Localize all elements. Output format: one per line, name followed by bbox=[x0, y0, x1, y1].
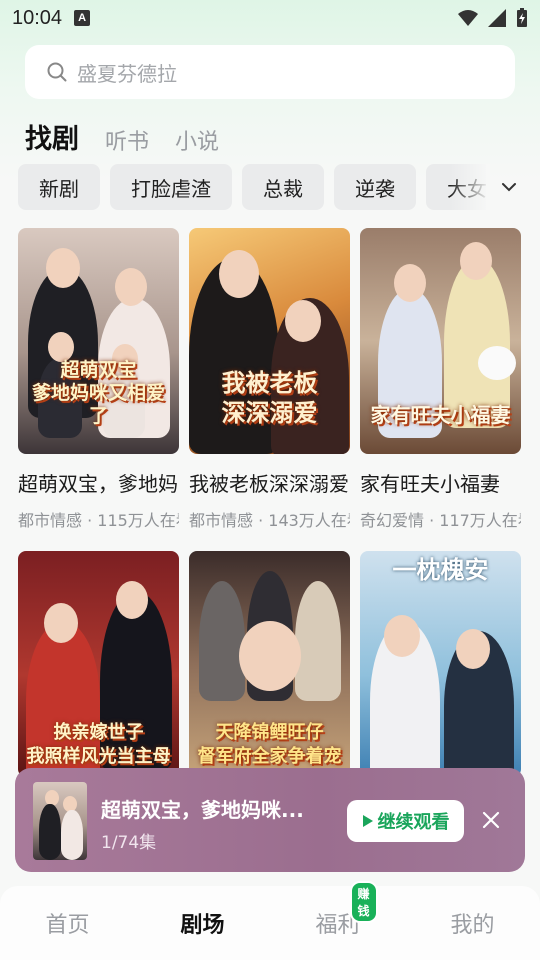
close-mini-player-button[interactable] bbox=[477, 806, 505, 834]
chips-fade bbox=[450, 164, 490, 210]
drama-card[interactable]: 一枕槐安 bbox=[360, 551, 521, 777]
tab-novel[interactable]: 小说 bbox=[175, 124, 219, 156]
drama-poster[interactable]: 超萌双宝 爹地妈咪又相爱了 bbox=[18, 228, 179, 454]
drama-card[interactable]: 天降锦鲤旺仔 督军府全家争着宠 bbox=[189, 551, 350, 777]
drama-title: 我被老板深深溺爱 bbox=[189, 472, 349, 496]
wifi-icon bbox=[458, 10, 478, 26]
drama-poster[interactable]: 换亲嫁世子 我照样风光当主母 bbox=[18, 551, 179, 777]
mini-player-cover bbox=[33, 782, 87, 860]
nav-home[interactable]: 首页 bbox=[28, 907, 108, 939]
poster-title: 我被老板 深深溺爱 bbox=[221, 368, 318, 427]
drama-card[interactable]: 换亲嫁世子 我照样风光当主母 bbox=[18, 551, 179, 777]
search-input[interactable]: 盛夏芬德拉 bbox=[25, 45, 515, 99]
drama-title: 超萌双宝，爹地妈咪又相爱了 bbox=[18, 472, 179, 496]
tab-audiobook[interactable]: 听书 bbox=[105, 124, 149, 156]
poster-title: 一枕槐安 bbox=[392, 555, 489, 584]
poster-title: 天降锦鲤旺仔 督军府全家争着宠 bbox=[197, 722, 342, 767]
drama-poster[interactable]: 家有旺夫小福妻 bbox=[360, 228, 521, 454]
drama-card[interactable]: 我被老板 深深溺爱 我被老板深深溺爱 都市情感 · 143万人在看 bbox=[189, 228, 350, 531]
close-icon bbox=[482, 811, 500, 829]
nav-mine[interactable]: 我的 bbox=[433, 907, 513, 939]
drama-poster[interactable]: 天降锦鲤旺仔 督军府全家争着宠 bbox=[189, 551, 350, 777]
tab-find-drama[interactable]: 找剧 bbox=[25, 117, 79, 156]
drama-poster[interactable]: 一枕槐安 bbox=[360, 551, 521, 777]
category-chips: 新剧 打脸虐渣 总裁 逆袭 大女主 bbox=[18, 164, 486, 210]
play-icon bbox=[362, 815, 373, 827]
bottom-navigation: 首页 剧场 福利 赚钱 我的 bbox=[0, 881, 540, 960]
status-time: 10:04 bbox=[12, 6, 63, 29]
drama-card[interactable]: 超萌双宝 爹地妈咪又相爱了 超萌双宝，爹地妈咪又相爱了 都市情感 · 115万人… bbox=[18, 228, 179, 531]
battery-icon bbox=[517, 8, 527, 27]
chevron-down-icon bbox=[502, 183, 516, 192]
mini-player-title: 超萌双宝，爹地妈咪... bbox=[101, 798, 304, 822]
chip-counterattack[interactable]: 逆袭 bbox=[334, 164, 416, 210]
nav-theater[interactable]: 剧场 bbox=[163, 907, 243, 939]
search-icon bbox=[47, 62, 67, 82]
drama-meta: 都市情感 · 115万人在看 bbox=[18, 511, 179, 530]
continue-watching-button[interactable]: 继续观看 bbox=[347, 800, 464, 842]
search-placeholder: 盛夏芬德拉 bbox=[77, 61, 177, 86]
expand-categories-button[interactable] bbox=[492, 172, 526, 202]
notification-icon: A bbox=[74, 10, 91, 26]
poster-title: 家有旺夫小福妻 bbox=[370, 403, 511, 427]
drama-card[interactable]: 家有旺夫小福妻 家有旺夫小福妻 奇幻爱情 · 117万人在看 bbox=[360, 228, 521, 531]
signal-icon bbox=[488, 9, 506, 27]
poster-title: 换亲嫁世子 我照样风光当主母 bbox=[26, 722, 171, 767]
status-bar: 10:04 A bbox=[0, 0, 540, 36]
chip-new[interactable]: 新剧 bbox=[18, 164, 100, 210]
poster-title: 超萌双宝 爹地妈咪又相爱了 bbox=[31, 359, 165, 427]
chip-ceo[interactable]: 总裁 bbox=[242, 164, 324, 210]
drama-meta: 都市情感 · 143万人在看 bbox=[189, 511, 350, 530]
chip-face-slap[interactable]: 打脸虐渣 bbox=[110, 164, 232, 210]
drama-meta: 奇幻爱情 · 117万人在看 bbox=[360, 511, 521, 530]
drama-title: 家有旺夫小福妻 bbox=[360, 472, 500, 496]
earn-money-badge: 赚钱 bbox=[349, 881, 378, 923]
mini-player[interactable]: 超萌双宝，爹地妈咪... 1/74集 继续观看 bbox=[15, 768, 525, 872]
mini-player-episode: 1/74集 bbox=[101, 833, 157, 853]
nav-welfare[interactable]: 福利 赚钱 bbox=[298, 881, 378, 939]
top-tabs: 找剧 听书 小说 bbox=[25, 112, 219, 156]
continue-watching-label: 继续观看 bbox=[377, 812, 450, 833]
drama-poster[interactable]: 我被老板 深深溺爱 bbox=[189, 228, 350, 454]
